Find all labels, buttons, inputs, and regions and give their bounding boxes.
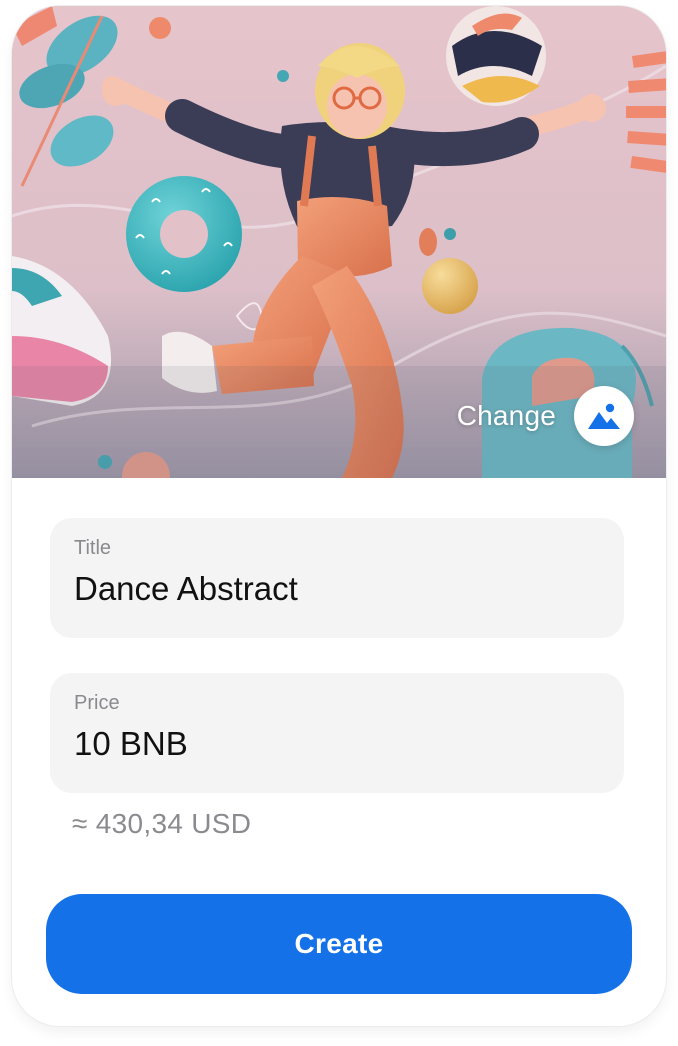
title-field[interactable]: Title [50, 518, 624, 638]
artwork-preview: Change [12, 6, 666, 478]
create-nft-card: Change Title Price ≈ 430,34 USD Create [12, 6, 666, 1026]
create-button[interactable]: Create [46, 894, 632, 994]
change-image-button[interactable] [574, 386, 634, 446]
change-image-label[interactable]: Change [457, 400, 556, 432]
change-image-control[interactable]: Change [457, 386, 634, 446]
title-input[interactable] [74, 566, 600, 612]
price-label: Price [74, 692, 120, 714]
price-field[interactable]: Price [50, 673, 624, 793]
usd-estimate: ≈ 430,34 USD [72, 808, 252, 839]
image-icon [588, 403, 620, 429]
title-label: Title [74, 537, 112, 559]
price-input[interactable] [74, 721, 600, 767]
